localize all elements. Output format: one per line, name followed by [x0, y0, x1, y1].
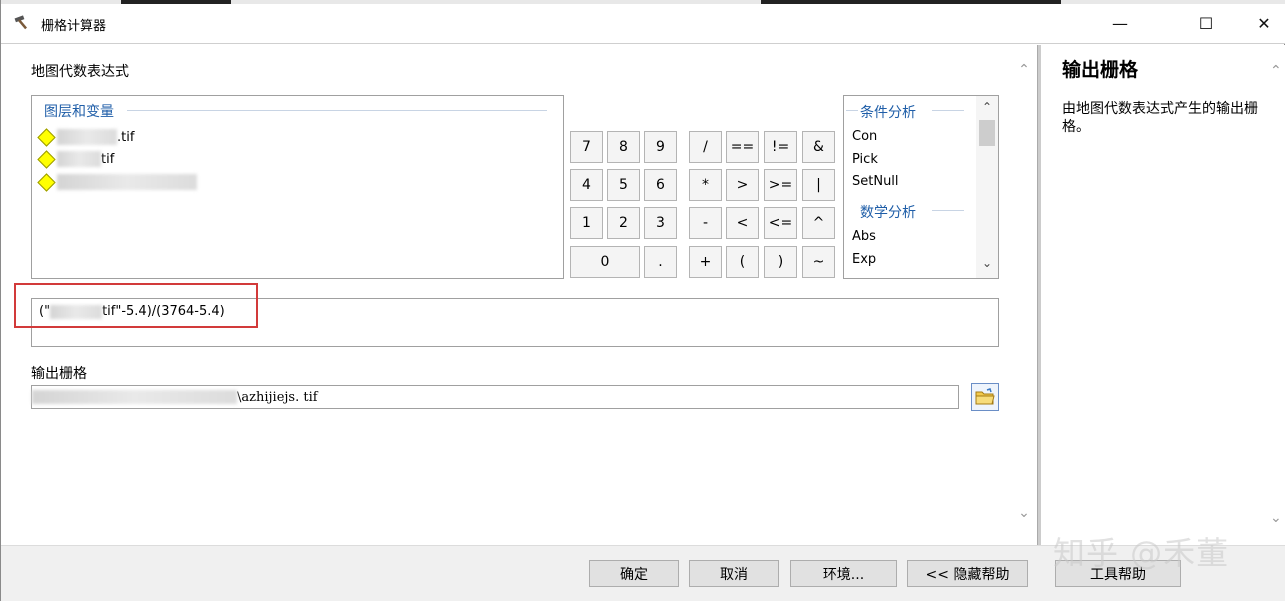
- watermark: 知乎 @禾董: [1053, 534, 1230, 572]
- ok-button[interactable]: 确定: [589, 560, 679, 587]
- maximize-button[interactable]: ☐: [1183, 8, 1229, 38]
- key-greater[interactable]: >: [726, 169, 759, 201]
- function-item[interactable]: Exp: [852, 252, 876, 267]
- function-item[interactable]: Con: [852, 129, 877, 144]
- key-and[interactable]: &: [802, 131, 835, 163]
- key-greater-equal[interactable]: >=: [764, 169, 797, 201]
- key-minus[interactable]: -: [689, 207, 722, 239]
- chevron-down-icon[interactable]: ⌄: [1270, 510, 1282, 526]
- key-decimal[interactable]: .: [644, 246, 677, 278]
- chevron-up-icon[interactable]: ⌃: [976, 100, 998, 114]
- output-raster-label: 输出栅格: [31, 366, 87, 382]
- raster-calculator-window: 栅格计算器 — ☐ ✕ 地图代数表达式 图层和变量 .tif tif 7 8 9…: [0, 0, 1285, 601]
- key-7[interactable]: 7: [570, 131, 603, 163]
- key-open-paren[interactable]: (: [726, 246, 759, 278]
- function-item[interactable]: Abs: [852, 229, 876, 244]
- environments-button[interactable]: 环境...: [790, 560, 897, 587]
- title-bar: 栅格计算器 — ☐ ✕: [1, 0, 1285, 44]
- layers-header: 图层和变量: [44, 101, 118, 121]
- key-or[interactable]: |: [802, 169, 835, 201]
- layer-item[interactable]: .tif: [37, 127, 135, 147]
- minimize-button[interactable]: —: [1097, 8, 1143, 38]
- chevron-down-icon[interactable]: ⌄: [976, 256, 998, 270]
- layers-header-line: [127, 110, 547, 111]
- pane-splitter[interactable]: [1037, 45, 1041, 545]
- function-group-header: 数学分析: [860, 205, 916, 221]
- close-icon: ✕: [1257, 13, 1271, 33]
- help-description: 由地图代数表达式产生的输出栅格。: [1062, 101, 1258, 135]
- output-path-suffix: \azhijiejs. tif: [237, 389, 318, 405]
- browse-folder-button[interactable]: [971, 383, 999, 411]
- function-item[interactable]: SetNull: [852, 174, 899, 189]
- close-button[interactable]: ✕: [1241, 8, 1285, 38]
- function-item[interactable]: Pick: [852, 152, 878, 167]
- layer-item[interactable]: [37, 172, 197, 192]
- functions-scrollbar[interactable]: ⌃ ⌄: [976, 96, 998, 278]
- key-close-paren[interactable]: ): [764, 246, 797, 278]
- annotation-highlight-box: [14, 283, 258, 328]
- key-6[interactable]: 6: [644, 169, 677, 201]
- expression-label: 地图代数表达式: [31, 64, 129, 80]
- layer-label: tif: [101, 151, 115, 167]
- key-plus[interactable]: +: [689, 246, 722, 278]
- raster-layer-icon: [37, 149, 56, 169]
- raster-layer-icon: [37, 172, 56, 192]
- key-equal[interactable]: ==: [726, 131, 759, 163]
- key-3[interactable]: 3: [644, 207, 677, 239]
- layers-list[interactable]: 图层和变量 .tif tif: [31, 95, 564, 279]
- redacted-text: [57, 174, 197, 190]
- maximize-icon: ☐: [1198, 13, 1214, 33]
- cancel-button[interactable]: 取消: [689, 560, 779, 587]
- key-2[interactable]: 2: [607, 207, 640, 239]
- layer-label: .tif: [117, 129, 135, 145]
- redacted-text: [57, 129, 117, 145]
- minimize-icon: —: [1112, 13, 1128, 33]
- key-8[interactable]: 8: [607, 131, 640, 163]
- help-title: 输出栅格: [1062, 59, 1139, 81]
- help-pane: 输出栅格 由地图代数表达式产生的输出栅格。 ⌃ ⌄: [1042, 45, 1285, 545]
- key-divide[interactable]: /: [689, 131, 722, 163]
- key-5[interactable]: 5: [607, 169, 640, 201]
- scrollbar-thumb[interactable]: [979, 120, 995, 146]
- function-group-header: 条件分析: [860, 105, 916, 121]
- key-9[interactable]: 9: [644, 131, 677, 163]
- main-scrollbar[interactable]: ⌃ ⌄: [1011, 50, 1037, 540]
- layer-item[interactable]: tif: [37, 149, 115, 169]
- hide-help-button[interactable]: << 隐藏帮助: [907, 560, 1028, 587]
- redacted-text: [57, 151, 101, 167]
- key-multiply[interactable]: *: [689, 169, 722, 201]
- folder-icon: [975, 388, 995, 405]
- background-strip: [1, 0, 1285, 4]
- key-xor[interactable]: ^: [802, 207, 835, 239]
- redacted-text: [32, 390, 237, 404]
- output-raster-input[interactable]: \azhijiejs. tif: [31, 385, 959, 409]
- key-less[interactable]: <: [726, 207, 759, 239]
- chevron-up-icon[interactable]: ⌃: [1011, 62, 1037, 78]
- chevron-down-icon[interactable]: ⌄: [1011, 505, 1037, 521]
- raster-layer-icon: [37, 127, 56, 147]
- key-4[interactable]: 4: [570, 169, 603, 201]
- key-0[interactable]: 0: [570, 246, 640, 278]
- key-1[interactable]: 1: [570, 207, 603, 239]
- window-title: 栅格计算器: [41, 19, 107, 34]
- chevron-up-icon[interactable]: ⌃: [1270, 63, 1282, 79]
- hammer-icon: [14, 15, 28, 30]
- key-less-equal[interactable]: <=: [764, 207, 797, 239]
- key-not[interactable]: ~: [802, 246, 835, 278]
- key-not-equal[interactable]: !=: [764, 131, 797, 163]
